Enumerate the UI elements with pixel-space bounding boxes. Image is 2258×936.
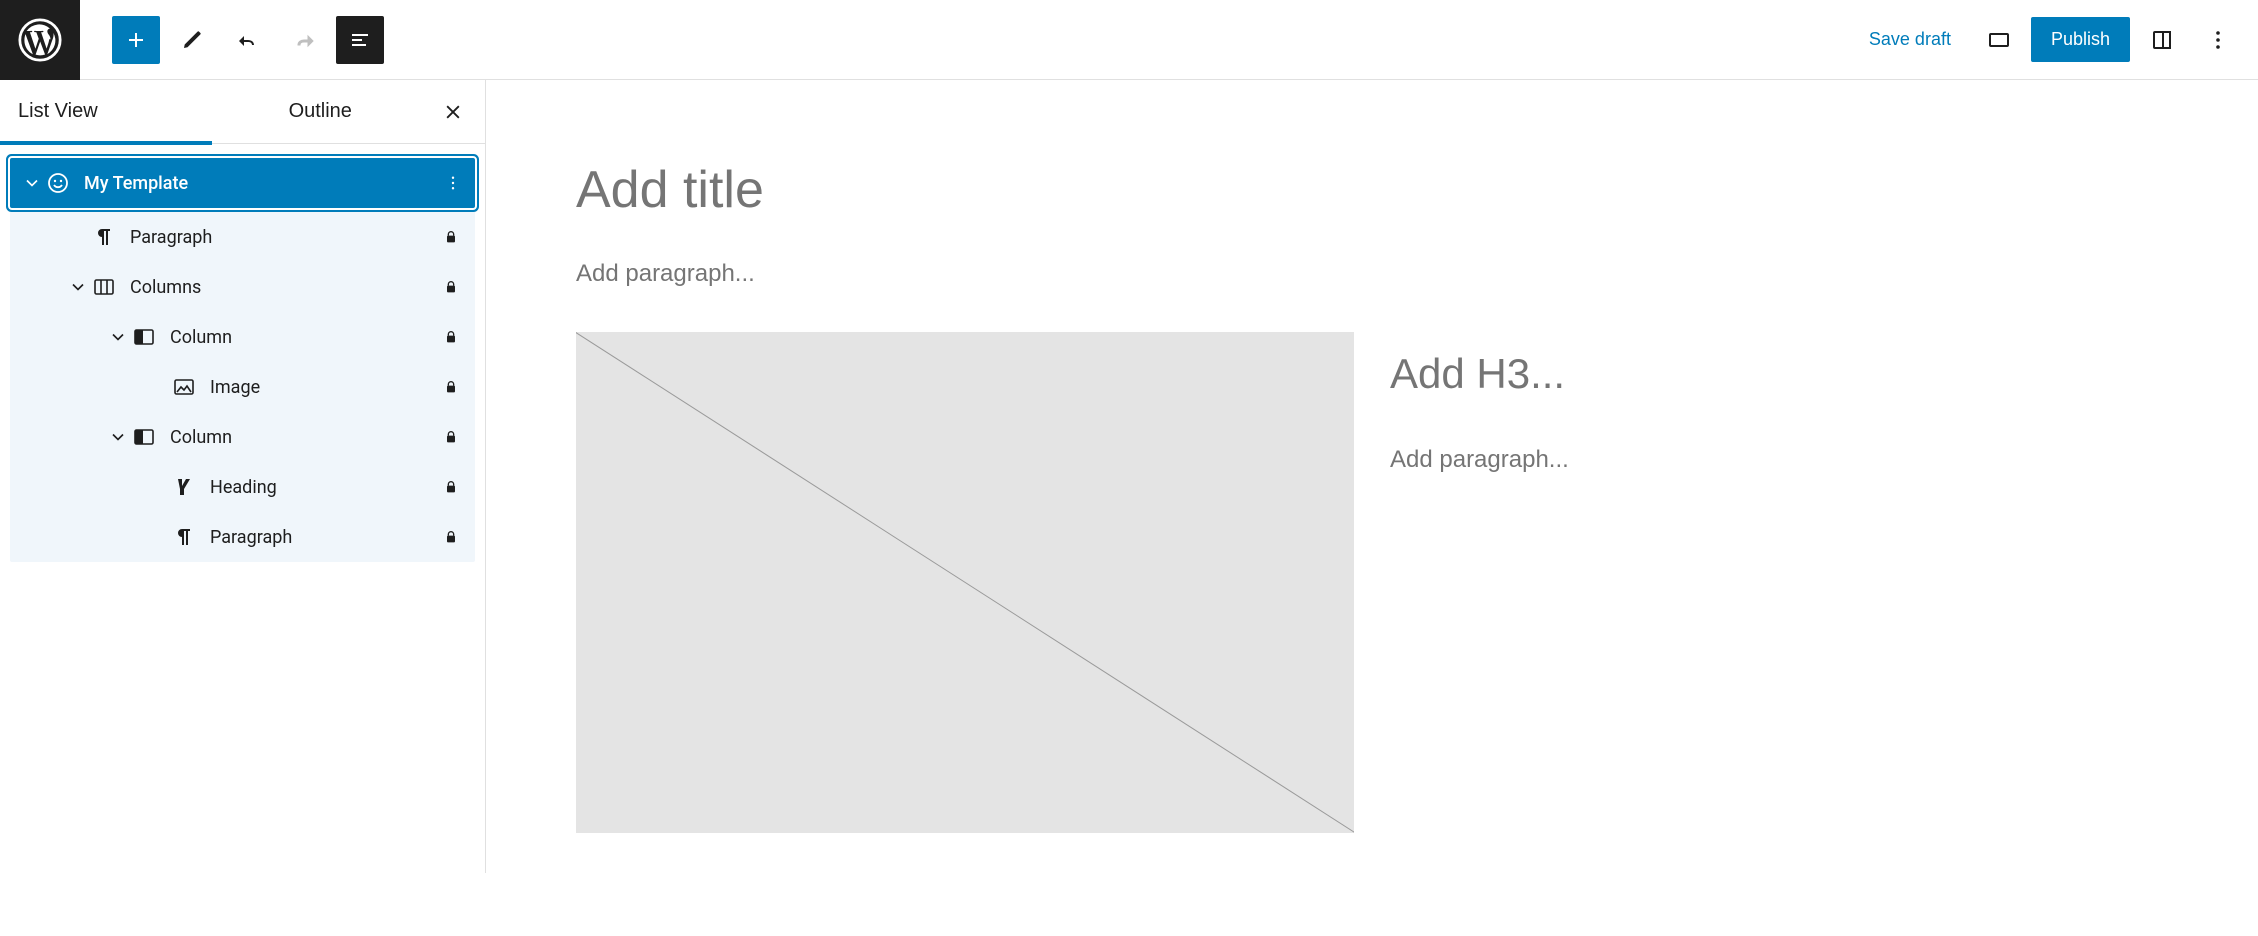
close-sidebar-button[interactable] — [429, 88, 477, 136]
tab-outline[interactable]: Outline — [212, 80, 430, 144]
wordpress-icon — [18, 18, 62, 62]
editor-canvas[interactable] — [486, 80, 2258, 873]
editor-workspace: List View Outline My Template — [0, 80, 2258, 873]
wordpress-logo[interactable] — [0, 0, 80, 80]
tab-list-view[interactable]: List View — [0, 80, 212, 144]
tree-item-label: Column — [170, 327, 435, 348]
image-block-placeholder[interactable] — [576, 332, 1354, 833]
publish-button[interactable]: Publish — [2031, 17, 2130, 62]
chevron-down-icon[interactable] — [20, 173, 44, 193]
tree-item-paragraph[interactable]: Paragraph — [10, 212, 475, 262]
tree-item-my-template[interactable]: My Template — [10, 158, 475, 208]
paragraph-icon — [170, 525, 198, 549]
lock-icon — [435, 229, 467, 245]
tree-item-label: Image — [210, 377, 435, 398]
columns-block[interactable] — [576, 332, 2168, 833]
column-block-right[interactable] — [1390, 332, 2168, 833]
plus-icon — [124, 28, 148, 52]
paragraph-block-input[interactable] — [1390, 446, 2168, 474]
toolbar-right-group: Save draft Publish — [1853, 16, 2258, 64]
tree-item-heading[interactable]: Heading — [10, 462, 475, 512]
post-title-input[interactable] — [576, 160, 2168, 220]
more-vertical-icon — [444, 174, 462, 192]
chevron-down-icon[interactable] — [106, 327, 130, 347]
tree-children: Paragraph Columns — [10, 212, 475, 562]
undo-icon — [236, 28, 260, 52]
sidebar-tabs: List View Outline — [0, 80, 485, 144]
edit-mode-button[interactable] — [168, 16, 216, 64]
list-view-icon — [348, 28, 372, 52]
lock-icon — [435, 379, 467, 395]
tree-item-label: Columns — [130, 277, 435, 298]
redo-button[interactable] — [280, 16, 328, 64]
more-vertical-icon — [2206, 28, 2230, 52]
pencil-icon — [180, 28, 204, 52]
lock-icon — [435, 529, 467, 545]
chevron-down-icon[interactable] — [106, 427, 130, 447]
tree-item-columns[interactable]: Columns — [10, 262, 475, 312]
preview-button[interactable] — [1975, 16, 2023, 64]
tree-item-paragraph[interactable]: Paragraph — [10, 512, 475, 562]
tree-item-label: Paragraph — [130, 227, 435, 248]
paragraph-icon — [90, 225, 118, 249]
smile-icon — [44, 171, 72, 195]
save-draft-button[interactable]: Save draft — [1853, 29, 1967, 50]
columns-icon — [90, 275, 118, 299]
tree-item-label: My Template — [84, 173, 437, 194]
tree-item-column[interactable]: Column — [10, 412, 475, 462]
editor-toolbar: Save draft Publish — [0, 0, 2258, 80]
tree-item-label: Paragraph — [210, 527, 435, 548]
tree-item-column[interactable]: Column — [10, 312, 475, 362]
image-icon — [170, 375, 198, 399]
chevron-down-icon[interactable] — [66, 277, 90, 297]
lock-icon — [435, 329, 467, 345]
document-overview-button[interactable] — [336, 16, 384, 64]
lock-icon — [435, 479, 467, 495]
redo-icon — [292, 28, 316, 52]
block-list-tree: My Template Paragraph — [0, 144, 485, 562]
sidebar-panel-icon — [2150, 28, 2174, 52]
column-icon — [130, 325, 158, 349]
tree-item-options[interactable] — [437, 174, 469, 192]
lock-icon — [435, 429, 467, 445]
lock-icon — [435, 279, 467, 295]
tree-item-image[interactable]: Image — [10, 362, 475, 412]
tree-item-label: Heading — [210, 477, 435, 498]
settings-button[interactable] — [2138, 16, 2186, 64]
column-icon — [130, 425, 158, 449]
toolbar-left-group — [80, 16, 384, 64]
desktop-icon — [1987, 28, 2011, 52]
tree-item-label: Column — [170, 427, 435, 448]
heading-block-input[interactable] — [1390, 350, 2168, 398]
add-block-button[interactable] — [112, 16, 160, 64]
heading-icon — [170, 475, 198, 499]
paragraph-block-input[interactable] — [576, 260, 2168, 288]
document-overview-sidebar: List View Outline My Template — [0, 80, 486, 873]
column-block-left[interactable] — [576, 332, 1354, 833]
undo-button[interactable] — [224, 16, 272, 64]
options-button[interactable] — [2194, 16, 2242, 64]
close-icon — [443, 102, 463, 122]
